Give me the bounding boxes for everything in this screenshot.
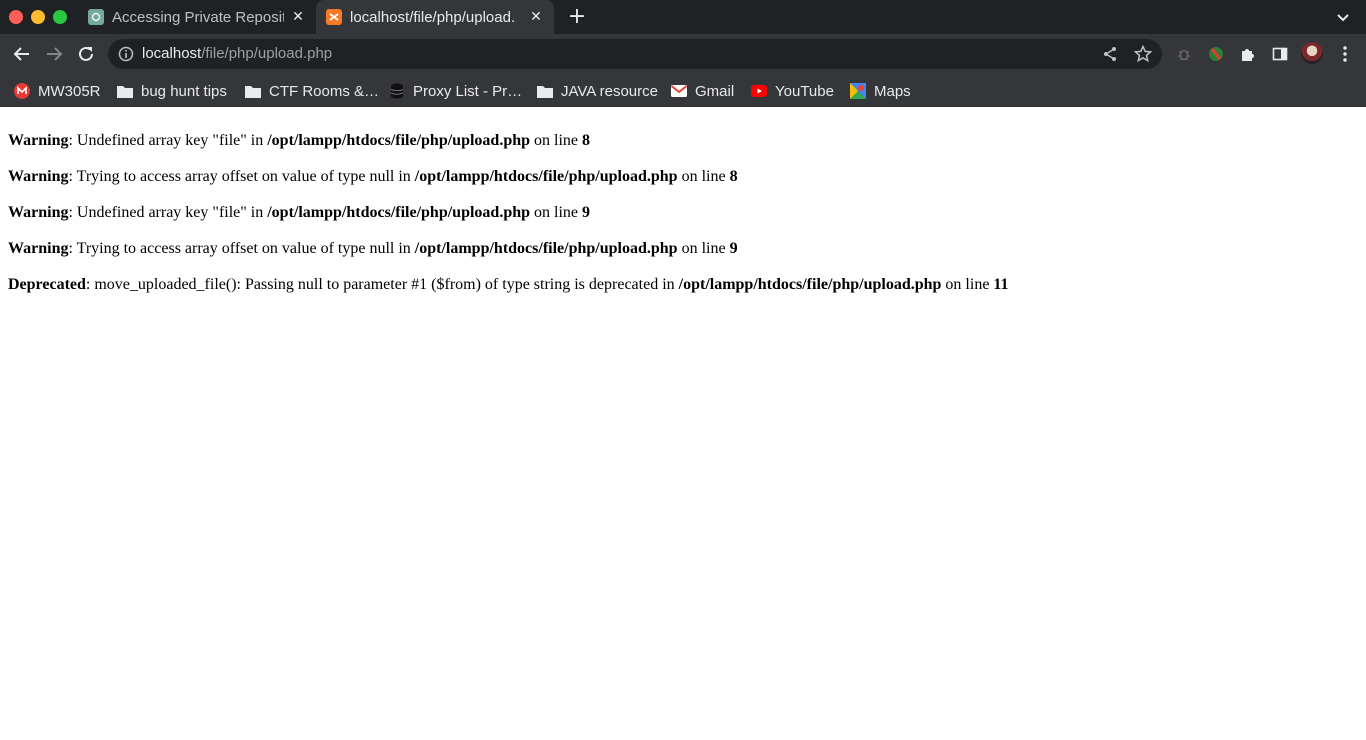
php-warning-message: Warning: Undefined array key "file" in /…	[8, 131, 1358, 167]
message-line-number: 9	[582, 204, 591, 221]
bookmark-label: CTF Rooms &…	[269, 82, 380, 100]
kebab-menu-icon	[1343, 46, 1347, 62]
php-warning-message: Warning: Trying to access array offset o…	[8, 239, 1358, 275]
browser-menu-button[interactable]	[1333, 42, 1357, 66]
xampp-favicon-icon	[326, 9, 342, 25]
chatgpt-favicon-icon	[88, 9, 104, 25]
message-text: : Trying to access array offset on value…	[68, 168, 415, 185]
bookmark-bug-hunt-tips[interactable]: bug hunt tips	[117, 79, 227, 103]
tab-title: Accessing Private Reposito	[112, 8, 284, 26]
message-level: Warning	[8, 132, 69, 149]
gmail-icon	[671, 83, 687, 99]
message-level: Deprecated	[8, 276, 86, 293]
bookmark-label: MW305R	[38, 82, 101, 100]
bookmark-java-resource[interactable]: JAVA resource	[537, 79, 658, 103]
mercusys-icon	[14, 83, 30, 99]
bookmark-label: Gmail	[695, 82, 735, 100]
bookmark-gmail[interactable]: Gmail	[671, 79, 734, 103]
url-path: /file/php/upload.php	[201, 45, 333, 62]
close-tab-icon[interactable]: ✕	[528, 9, 544, 25]
tab-strip: Accessing Private Reposito ✕ localhost/f…	[0, 0, 1366, 34]
database-icon	[389, 83, 405, 99]
bookmark-mw305r[interactable]: MW305R	[14, 79, 101, 103]
bug-extension-icon	[1178, 49, 1190, 61]
minimize-window-button[interactable]	[31, 10, 45, 24]
extension-bug-button[interactable]	[1172, 42, 1196, 66]
bookmark-label: JAVA resource	[561, 82, 658, 100]
message-text: : Trying to access array offset on value…	[68, 240, 415, 257]
side-panel-icon	[1272, 47, 1288, 61]
message-path: /opt/lampp/htdocs/file/php/upload.php	[267, 132, 531, 149]
tab-title: localhost/file/php/upload.	[350, 8, 516, 26]
proxy-extension-icon	[1209, 47, 1223, 61]
message-text: : Undefined array key "file" in	[68, 132, 268, 149]
bookmark-proxy-list[interactable]: Proxy List - Pr…	[389, 79, 522, 103]
message-line-number: 11	[993, 276, 1009, 293]
extension-proxy-button[interactable]	[1204, 42, 1228, 66]
message-on-line: on line	[677, 168, 730, 185]
tab-accessing-private-repos[interactable]: Accessing Private Reposito ✕	[78, 0, 316, 34]
php-warning-message: Warning: Undefined array key "file" in /…	[8, 203, 1358, 239]
arrow-right-icon	[47, 47, 63, 61]
php-deprecated-message: Deprecated: move_uploaded_file(): Passin…	[8, 275, 1358, 311]
message-on-line: on line	[677, 240, 730, 257]
maximize-window-button[interactable]	[53, 10, 67, 24]
maps-icon	[850, 83, 866, 99]
folder-icon	[537, 83, 553, 99]
bookmark-label: YouTube	[775, 82, 834, 100]
puzzle-icon	[1242, 49, 1254, 61]
message-level: Warning	[8, 204, 69, 221]
bookmark-label: bug hunt tips	[141, 82, 227, 100]
bookmark-ctf-rooms[interactable]: CTF Rooms &…	[245, 79, 379, 103]
extensions-button[interactable]	[1236, 42, 1260, 66]
message-text: : move_uploaded_file(): Passing null to …	[85, 276, 679, 293]
profile-avatar[interactable]	[1301, 42, 1323, 64]
message-on-line: on line	[941, 276, 994, 293]
bookmark-label: Maps	[874, 82, 911, 100]
bookmark-star-icon[interactable]	[1134, 45, 1152, 63]
youtube-icon	[751, 83, 767, 99]
message-on-line: on line	[530, 132, 583, 149]
message-path: /opt/lampp/htdocs/file/php/upload.php	[678, 276, 942, 293]
chevron-down-icon	[1337, 14, 1349, 22]
new-tab-button[interactable]: +	[565, 5, 589, 29]
bookmark-maps[interactable]: Maps	[850, 79, 911, 103]
url-text[interactable]: localhost/file/php/upload.php	[142, 45, 332, 62]
message-on-line: on line	[530, 204, 583, 221]
message-level: Warning	[8, 240, 69, 257]
message-text: : Undefined array key "file" in	[68, 204, 268, 221]
close-tab-icon[interactable]: ✕	[290, 9, 306, 25]
message-path: /opt/lampp/htdocs/file/php/upload.php	[414, 168, 678, 185]
message-level: Warning	[8, 168, 69, 185]
tab-localhost-upload[interactable]: localhost/file/php/upload. ✕	[316, 0, 554, 34]
message-line-number: 8	[582, 132, 591, 149]
side-panel-button[interactable]	[1268, 42, 1292, 66]
url-host: localhost	[142, 45, 202, 62]
share-icon[interactable]	[1102, 46, 1118, 62]
folder-icon	[245, 83, 261, 99]
info-icon[interactable]	[118, 46, 134, 62]
bookmark-youtube[interactable]: YouTube	[751, 79, 834, 103]
message-path: /opt/lampp/htdocs/file/php/upload.php	[414, 240, 678, 257]
php-warning-message: Warning: Trying to access array offset o…	[8, 167, 1358, 203]
page-content: Warning: Undefined array key "file" in /…	[0, 107, 1366, 740]
browser-toolbar: localhost/file/php/upload.php	[0, 34, 1366, 74]
tab-search-button[interactable]	[1332, 6, 1354, 28]
address-bar[interactable]: localhost/file/php/upload.php	[108, 39, 1162, 69]
bookmark-label: Proxy List - Pr…	[413, 82, 523, 100]
message-line-number: 9	[729, 240, 738, 257]
forward-button[interactable]	[42, 42, 66, 66]
reload-button[interactable]	[74, 42, 98, 66]
back-button[interactable]	[10, 42, 34, 66]
message-line-number: 8	[729, 168, 738, 185]
reload-icon	[79, 46, 93, 61]
message-path: /opt/lampp/htdocs/file/php/upload.php	[267, 204, 531, 221]
folder-icon	[117, 83, 133, 99]
bookmarks-bar: MW305R bug hunt tips CTF Rooms &… Proxy …	[0, 74, 1366, 107]
arrow-left-icon	[13, 47, 29, 61]
close-window-button[interactable]	[9, 10, 23, 24]
